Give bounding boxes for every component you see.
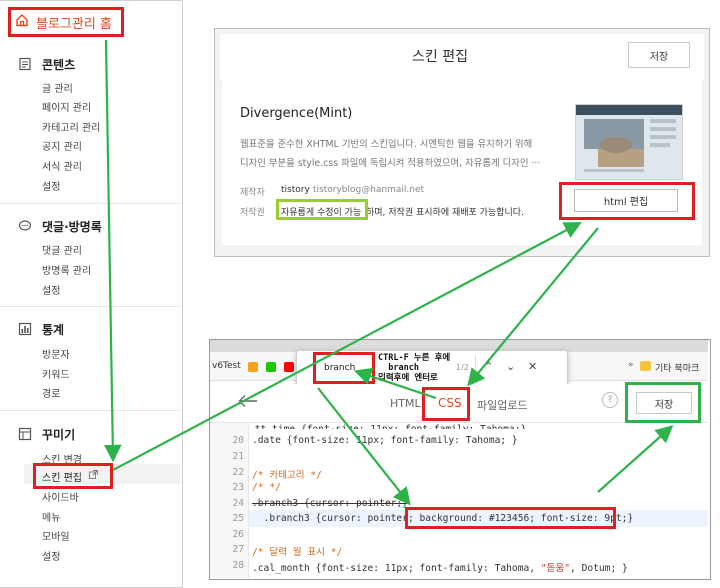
flow-arrow <box>112 221 582 471</box>
flow-arrow <box>317 387 411 506</box>
flow-arrow <box>467 227 599 387</box>
flow-arrow <box>353 367 437 400</box>
flow-arrows-overlay <box>103 39 674 506</box>
flow-arrow <box>103 39 122 463</box>
flow-arrow <box>597 425 674 493</box>
